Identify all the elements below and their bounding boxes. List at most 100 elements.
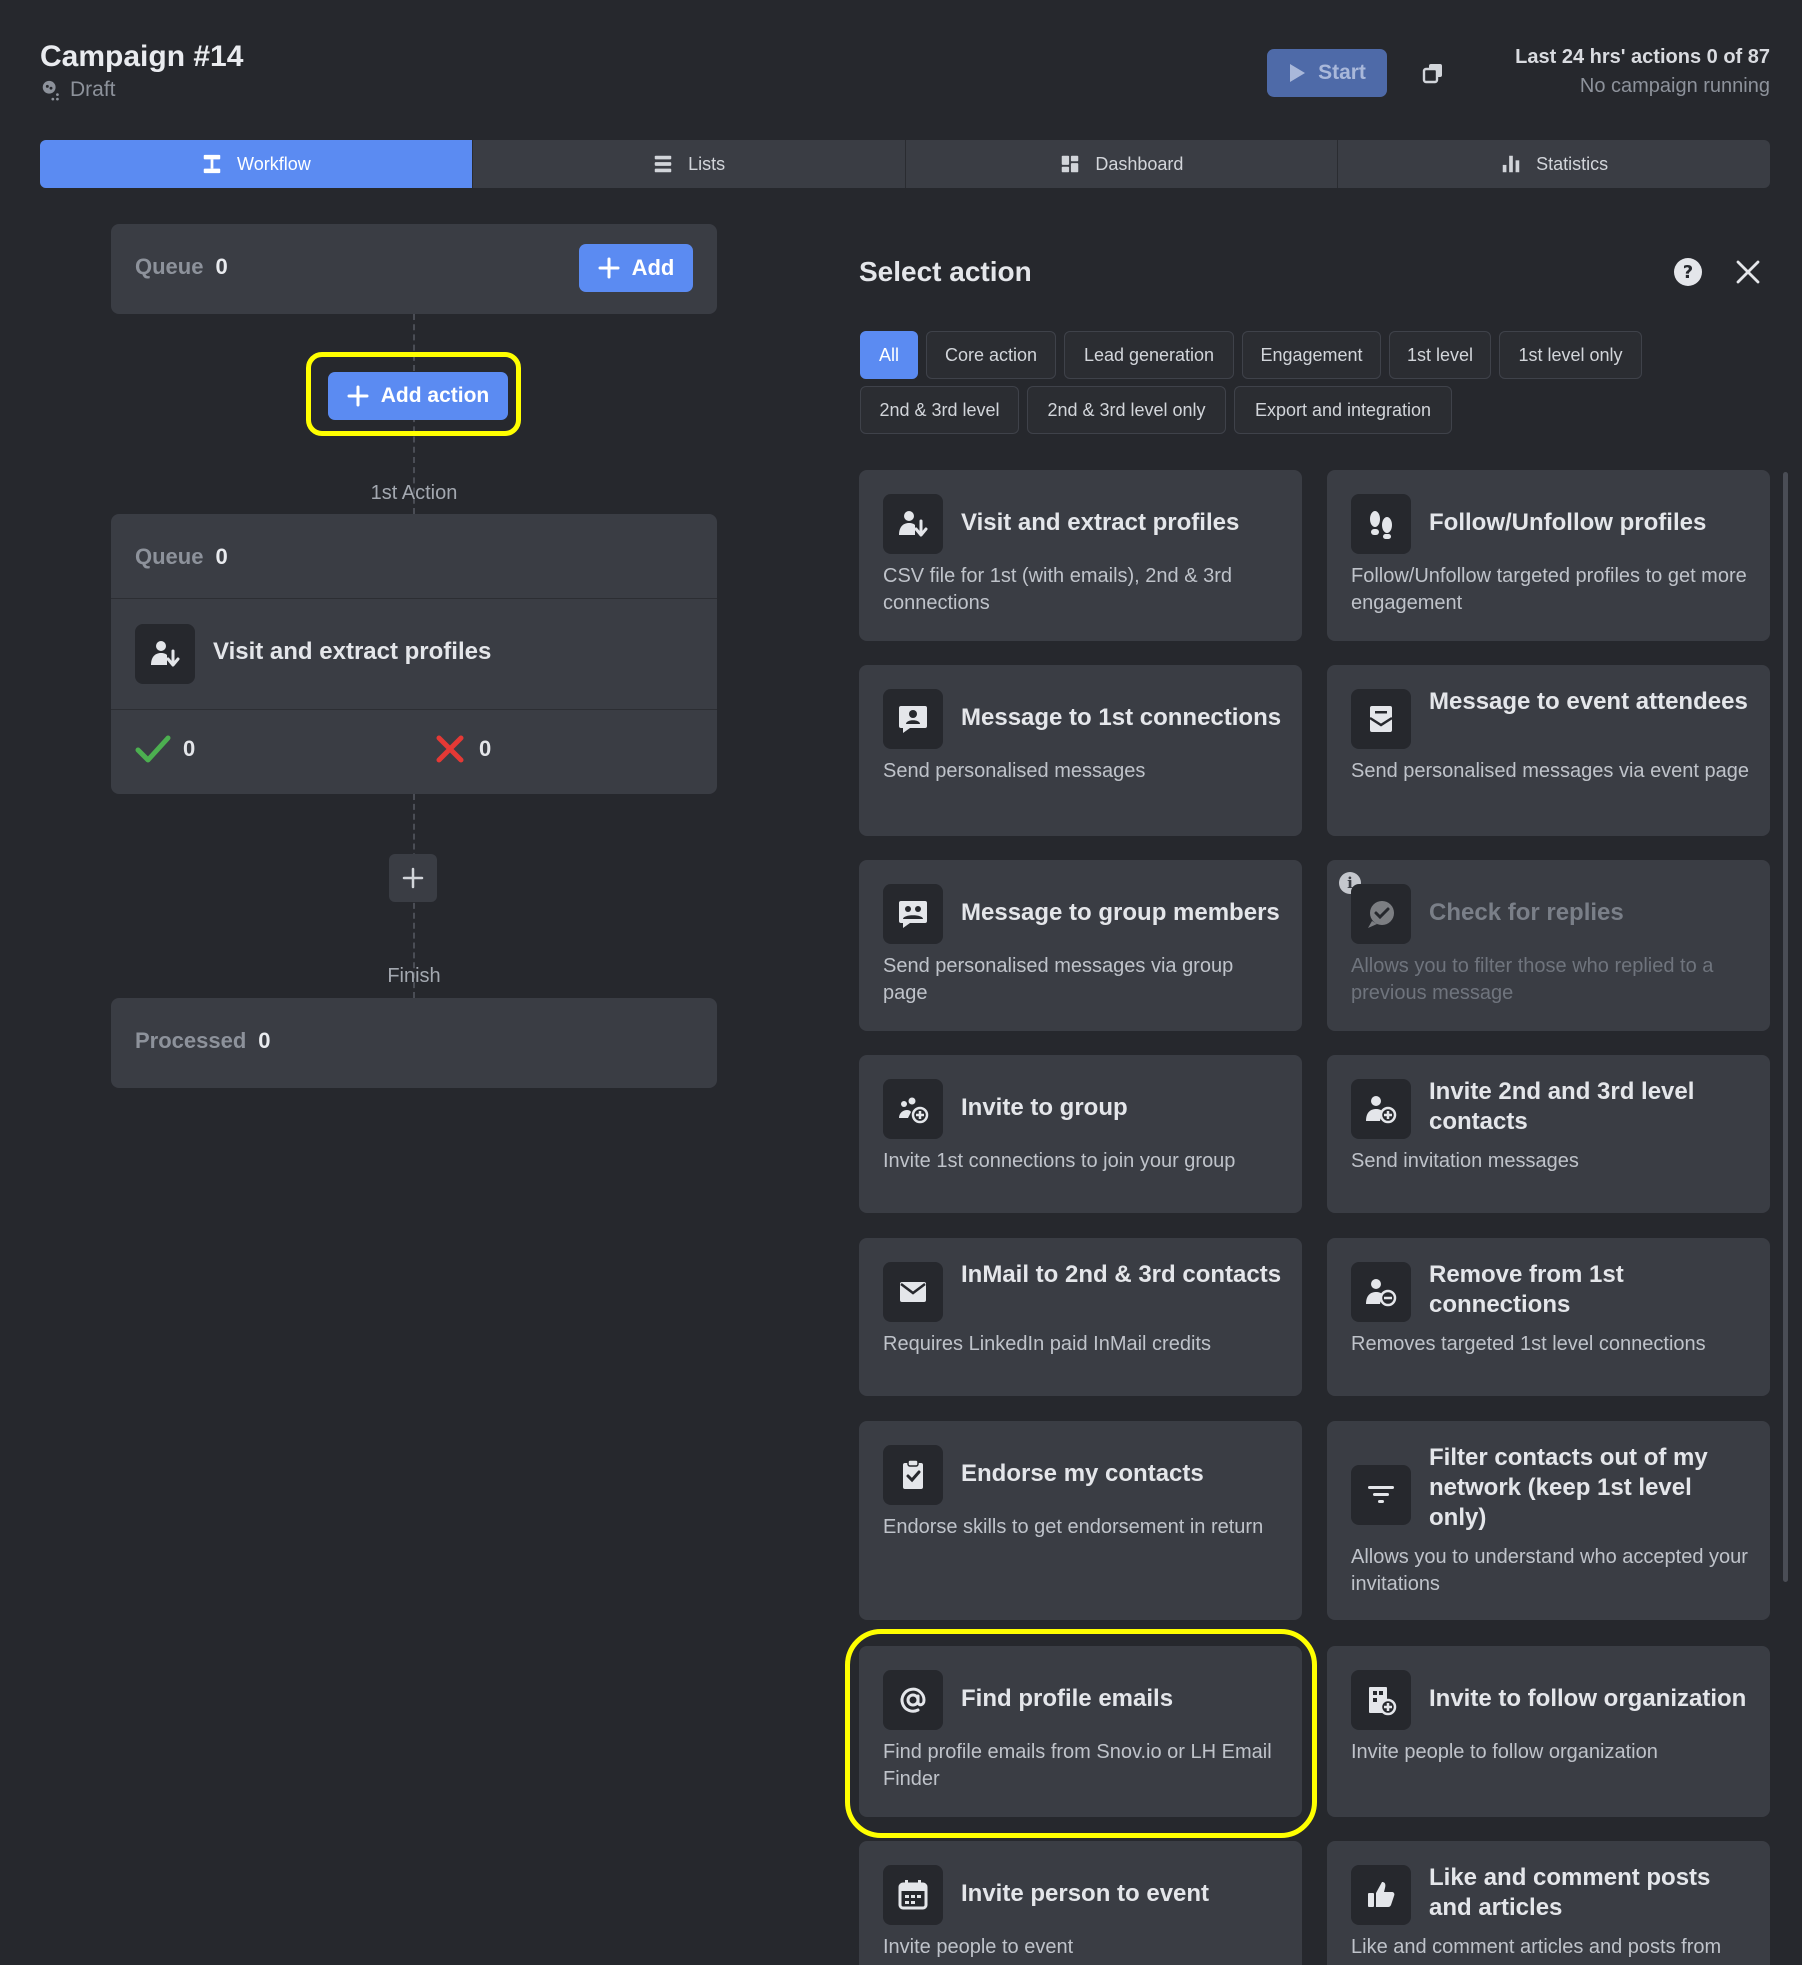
tab-workflow[interactable]: Workflow <box>40 140 473 188</box>
action-description: Invite 1st connections to join your grou… <box>883 1150 1236 1172</box>
tab-lists[interactable]: Lists <box>473 140 906 188</box>
add-action-label: Add action <box>380 384 490 407</box>
action-title: Invite person to event <box>961 1880 1210 1907</box>
add-button-label: Add <box>631 255 675 280</box>
action-card-check-replies[interactable]: i Check for replies Allows you to filter… <box>1327 860 1770 1031</box>
action-card-message-event[interactable]: Message to event attendees Send personal… <box>1327 665 1770 836</box>
start-button[interactable]: Start <box>1267 49 1387 97</box>
building-add-icon <box>1351 1670 1411 1730</box>
fail-counter: 0 <box>435 734 491 764</box>
duplicate-icon[interactable] <box>1418 58 1448 88</box>
step-queue-label: Queue <box>135 544 204 569</box>
action-description: Removes targeted 1st level connections <box>1351 1333 1706 1355</box>
action-description: Invite people to follow organization <box>1351 1741 1658 1763</box>
person-remove-icon <box>1351 1262 1411 1322</box>
filter-chip-1st-level[interactable]: 1st level <box>1389 331 1491 379</box>
action-card-like-comment[interactable]: Like and comment posts and articles Like… <box>1327 1841 1770 1965</box>
action-card-remove-1st[interactable]: Remove from 1st connections Removes targ… <box>1327 1238 1770 1396</box>
checkmark-icon <box>135 735 171 763</box>
action-card-visit-extract[interactable]: Visit and extract profiles CSV file for … <box>859 470 1302 641</box>
start-button-label: Start <box>1318 61 1366 84</box>
action-card-message-1st[interactable]: Message to 1st connections Send personal… <box>859 665 1302 836</box>
help-icon[interactable]: ? <box>1673 257 1703 287</box>
add-button[interactable]: Add <box>579 244 693 292</box>
draft-status-icon <box>42 80 59 101</box>
workflow-icon <box>203 154 221 174</box>
processed-label: Processed <box>135 1028 247 1053</box>
filter-chip-2nd-3rd-level[interactable]: 2nd & 3rd level <box>860 386 1019 434</box>
action-title: Invite 2nd and 3rd level contacts <box>1429 1078 1695 1135</box>
filter-chip-lead-generation[interactable]: Lead generation <box>1064 331 1234 379</box>
action-card-follow-org[interactable]: Invite to follow organization Invite peo… <box>1327 1646 1770 1817</box>
action-title: Message to group members <box>961 899 1280 926</box>
action-title: Remove from 1st connections <box>1429 1261 1624 1318</box>
panel-scrollbar[interactable] <box>1783 472 1788 1582</box>
action-title: Like and comment posts and articles <box>1429 1864 1711 1921</box>
action-description: Allows you to filter those who replied t… <box>1351 955 1714 1004</box>
action-title: Follow/Unfollow profiles <box>1429 509 1707 536</box>
action-card-invite-group[interactable]: Invite to group Invite 1st connections t… <box>859 1055 1302 1213</box>
envelope-open-icon <box>1351 689 1411 749</box>
close-icon[interactable] <box>1733 257 1763 287</box>
step-action-name: Visit and extract profiles <box>213 638 492 665</box>
action-card-filter-network[interactable]: Filter contacts out of my network (keep … <box>1327 1421 1770 1620</box>
action-description: Like and comment articles and posts from <box>1351 1936 1722 1958</box>
filter-chip-export-integration[interactable]: Export and integration <box>1234 386 1452 434</box>
add-action-button[interactable]: Add action <box>328 372 508 420</box>
thumbs-up-icon <box>1351 1865 1411 1925</box>
bar-chart-icon <box>1502 155 1520 173</box>
filter-chip-engagement[interactable]: Engagement <box>1242 331 1381 379</box>
campaign-title: Campaign #14 <box>40 40 244 73</box>
mail-icon <box>883 1262 943 1322</box>
filter-chip-1st-level-only[interactable]: 1st level only <box>1499 331 1642 379</box>
play-icon <box>1290 64 1306 82</box>
campaign-header: Campaign #14 Draft Start Last 24 hrs' ac… <box>40 40 1770 110</box>
tab-dashboard[interactable]: Dashboard <box>906 140 1339 188</box>
add-action-highlight: Add action <box>306 352 521 436</box>
chat-person-icon <box>883 689 943 749</box>
step-queue-count: 0 <box>215 544 228 569</box>
plus-icon <box>402 867 424 889</box>
filter-chip-all[interactable]: All <box>860 331 918 379</box>
tab-statistics[interactable]: Statistics <box>1338 140 1770 188</box>
action-title: Invite to follow organization <box>1429 1685 1747 1712</box>
action-card-find-emails[interactable]: Find profile emails Find profile emails … <box>859 1646 1302 1817</box>
tab-workflow-label: Workflow <box>237 153 311 174</box>
action-step-card[interactable]: Queue 0 Visit and extract profiles 0 0 <box>111 514 717 794</box>
action-title: Message to event attendees <box>1429 688 1748 715</box>
tab-statistics-label: Statistics <box>1536 153 1609 174</box>
action-card-inmail[interactable]: InMail to 2nd & 3rd contacts Requires Li… <box>859 1238 1302 1396</box>
group-add-icon <box>883 1079 943 1139</box>
action-description: CSV file for 1st (with emails), 2nd & 3r… <box>883 565 1233 614</box>
action-title: Message to 1st connections <box>961 704 1282 731</box>
action-title: Visit and extract profiles <box>961 509 1240 536</box>
action-limits: Last 24 hrs' actions 0 of 87 No campaign… <box>1515 46 1770 98</box>
add-step-button[interactable] <box>389 854 437 902</box>
action-description: Send invitation messages <box>1351 1150 1579 1172</box>
person-download-icon <box>135 624 195 684</box>
filter-icon <box>1351 1465 1411 1525</box>
filter-chip-core-action[interactable]: Core action <box>926 331 1056 379</box>
list-icon <box>654 155 672 173</box>
action-card-follow-unfollow[interactable]: Follow/Unfollow profiles Follow/Unfollow… <box>1327 470 1770 641</box>
action-description: Send personalised messages via event pag… <box>1351 760 1750 782</box>
action-title: Find profile emails <box>961 1685 1174 1712</box>
action-card-endorse[interactable]: Endorse my contacts Endorse skills to ge… <box>859 1421 1302 1620</box>
footprints-icon <box>1351 494 1411 554</box>
campaign-status-text: Draft <box>70 78 116 101</box>
action-card-invite-event[interactable]: Invite person to event Invite people to … <box>859 1841 1302 1965</box>
campaign-running-status: No campaign running <box>1579 75 1770 97</box>
filter-chip-2nd-3rd-level-only[interactable]: 2nd & 3rd level only <box>1027 386 1226 434</box>
processed-count: 0 <box>258 1028 271 1053</box>
dashboard-icon <box>1062 155 1079 173</box>
action-description: Invite people to event <box>883 1936 1074 1958</box>
action-title: InMail to 2nd & 3rd contacts <box>961 1261 1282 1288</box>
action-description: Find profile emails from Snov.io or LH E… <box>883 1741 1272 1790</box>
action-description: Follow/Unfollow targeted profiles to get… <box>1351 565 1747 614</box>
tab-dashboard-label: Dashboard <box>1095 153 1184 174</box>
action-description: Requires LinkedIn paid InMail credits <box>883 1333 1211 1355</box>
action-card-message-group[interactable]: Message to group members Send personalis… <box>859 860 1302 1031</box>
action-card-invite-2nd-3rd[interactable]: Invite 2nd and 3rd level contacts Send i… <box>1327 1055 1770 1213</box>
chat-group-icon <box>883 884 943 944</box>
action-description: Allows you to understand who accepted yo… <box>1351 1546 1748 1595</box>
